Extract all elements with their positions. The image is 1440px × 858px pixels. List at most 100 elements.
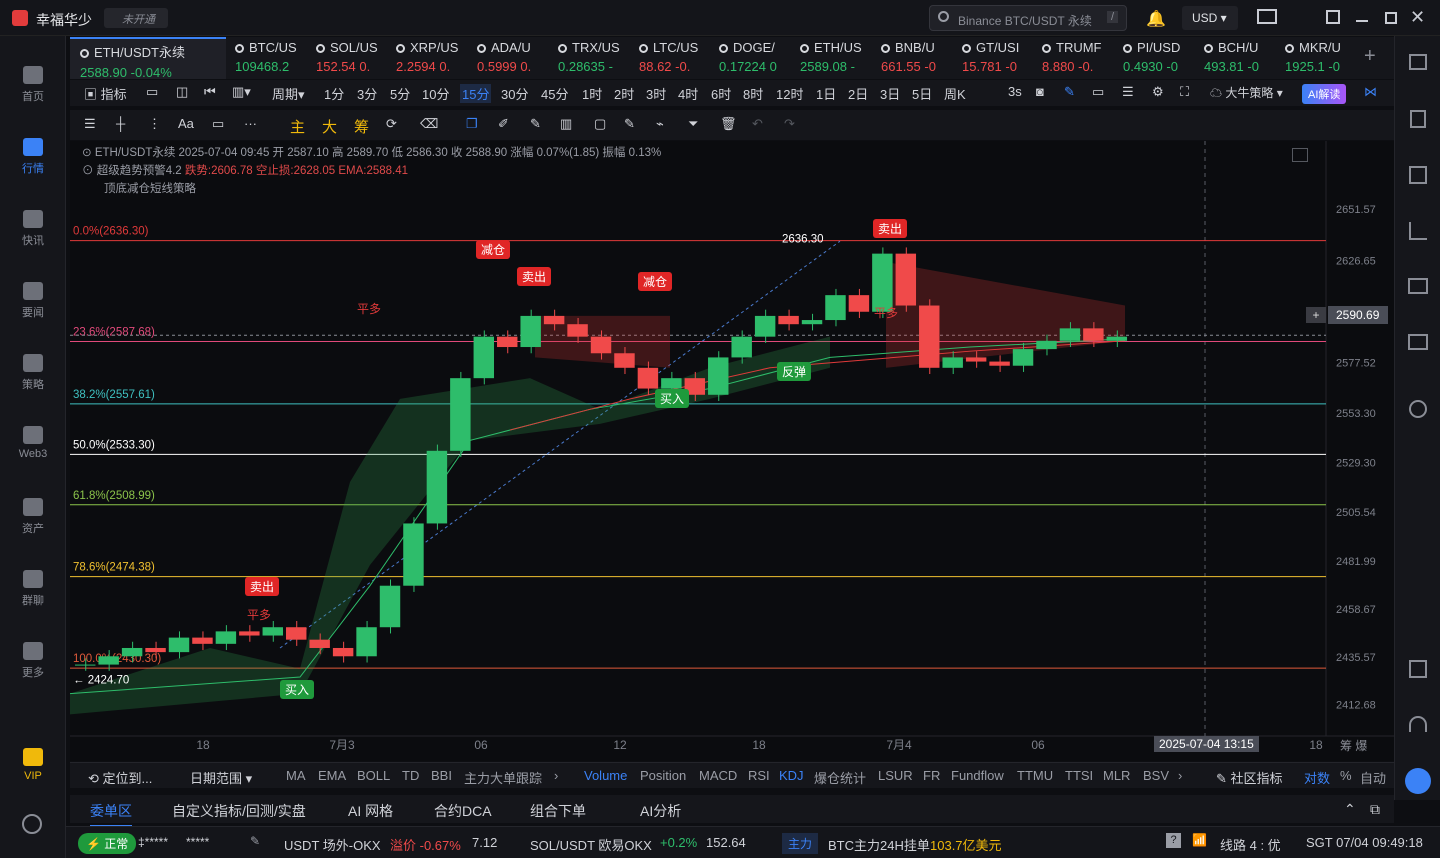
- period-30m[interactable]: 30分: [501, 84, 528, 103]
- tool-main[interactable]: 主: [290, 116, 305, 137]
- share-icon[interactable]: ⋈: [1364, 84, 1377, 100]
- popout-icon[interactable]: [1326, 10, 1340, 24]
- percent-toggle[interactable]: %: [1340, 768, 1352, 783]
- nav-vip[interactable]: VIP: [0, 748, 66, 782]
- settings-icon[interactable]: [22, 814, 42, 834]
- period-6h[interactable]: 6时: [711, 84, 731, 103]
- add-tab-icon[interactable]: +: [1364, 45, 1376, 68]
- ticker-tab[interactable]: BTC/US 109468.2: [227, 37, 308, 79]
- redo-icon[interactable]: ↷: [784, 116, 795, 132]
- pencil-icon[interactable]: ✎: [1064, 84, 1075, 100]
- tool-chip[interactable]: 筹: [354, 116, 369, 137]
- period-4h[interactable]: 4时: [678, 84, 698, 103]
- add-alert-icon[interactable]: +: [1306, 307, 1326, 323]
- chevron-right-icon[interactable]: ›: [1178, 768, 1182, 783]
- period-8h[interactable]: 8时: [743, 84, 763, 103]
- account-badge[interactable]: 未开通: [104, 8, 168, 28]
- filter-icon[interactable]: ⏷: [688, 116, 698, 132]
- indicator-button[interactable]: ▣ 指标: [84, 84, 127, 103]
- ticker-tab[interactable]: SOL/US 152.54 0.: [308, 37, 389, 79]
- currency-select[interactable]: USD ▾: [1182, 6, 1238, 30]
- period-3m[interactable]: 3分: [357, 84, 377, 103]
- ind-macd[interactable]: MACD: [699, 768, 737, 783]
- ai-button[interactable]: AI解读: [1302, 84, 1347, 104]
- hline-icon[interactable]: ┼: [116, 116, 125, 131]
- camera-icon[interactable]: ◙: [1036, 84, 1044, 99]
- ticker-tab[interactable]: ADA/U 0.5999 0.: [469, 37, 550, 79]
- nav-market[interactable]: 行情: [0, 138, 66, 176]
- ticker-tab[interactable]: MKR/U 1925.1 -0: [1277, 37, 1358, 79]
- period-15m[interactable]: 15分: [460, 84, 492, 103]
- period-12h[interactable]: 12时: [776, 84, 803, 103]
- period-1h[interactable]: 1时: [582, 84, 602, 103]
- undo-icon[interactable]: ↶: [752, 116, 763, 132]
- ind-kdj[interactable]: KDJ: [779, 768, 804, 783]
- date-range-select[interactable]: 日期范围 ▾: [190, 768, 252, 787]
- document-icon[interactable]: [1410, 110, 1426, 128]
- monitor-icon[interactable]: [1408, 278, 1428, 294]
- period-3h[interactable]: 3时: [646, 84, 666, 103]
- ind-fr[interactable]: FR: [923, 768, 940, 783]
- period-45m[interactable]: 45分: [541, 84, 568, 103]
- split-icon[interactable]: ◫: [176, 84, 188, 100]
- menu-icon[interactable]: ☰: [1122, 84, 1134, 100]
- period-select[interactable]: 周期▾: [272, 84, 305, 103]
- tab-orders[interactable]: 委单区: [90, 801, 132, 827]
- ind-mlr[interactable]: MLR: [1103, 768, 1130, 783]
- ticker-tab[interactable]: ETH/US 2589.08 -: [792, 37, 873, 79]
- ticker-tab[interactable]: XRP/US 2.2594 0.: [388, 37, 469, 79]
- calendar-icon[interactable]: ▭: [146, 84, 158, 100]
- exchange-icon[interactable]: [1409, 400, 1427, 418]
- nav-strategy[interactable]: 策略: [0, 354, 66, 392]
- search-box[interactable]: Binance BTC/USDT 永续 /: [929, 5, 1127, 31]
- tool-big[interactable]: 大: [322, 116, 337, 137]
- ind-bsv[interactable]: BSV: [1143, 768, 1169, 783]
- ind-volume[interactable]: Volume: [584, 768, 627, 783]
- ind-td[interactable]: TD: [402, 768, 419, 783]
- ind-boll[interactable]: BOLL: [357, 768, 390, 783]
- card-icon[interactable]: [1408, 334, 1428, 350]
- layout-icon[interactable]: [1409, 660, 1427, 678]
- nav-flash[interactable]: 快讯: [0, 210, 66, 248]
- ticker-tab-active[interactable]: ETH/USDT永续 2588.90 -0.04%: [70, 37, 226, 79]
- period-2d[interactable]: 2日: [848, 84, 868, 103]
- ind-liquidation[interactable]: 爆仓统计: [814, 768, 866, 787]
- ind-ma[interactable]: MA: [286, 768, 306, 783]
- maximize-icon[interactable]: [1385, 12, 1397, 24]
- strategy-select[interactable]: ☁ 大牛策略 ▾: [1210, 84, 1283, 101]
- locate-button[interactable]: ⟲ 定位到...: [88, 768, 152, 787]
- assistant-icon[interactable]: [1405, 768, 1431, 794]
- nav-more[interactable]: 更多: [0, 642, 66, 680]
- minimize-icon[interactable]: [1356, 20, 1368, 22]
- refresh-interval[interactable]: 3s: [1008, 84, 1022, 99]
- period-week[interactable]: 周K: [944, 84, 966, 103]
- chart-svg[interactable]: 2651.572626.652601.972577.522553.302529.…: [70, 141, 1394, 761]
- popout-panel-icon[interactable]: ⧉: [1370, 801, 1380, 818]
- nav-news[interactable]: 要闻: [0, 282, 66, 320]
- ind-bbi[interactable]: BBI: [431, 768, 452, 783]
- rotate-icon[interactable]: ⟳: [386, 116, 397, 132]
- list-icon[interactable]: [1409, 54, 1427, 70]
- headset-icon[interactable]: [1409, 716, 1427, 732]
- trash-icon[interactable]: 🗑: [720, 116, 737, 132]
- close-icon[interactable]: ✕: [1410, 7, 1425, 28]
- period-1m[interactable]: 1分: [324, 84, 344, 103]
- chevron-right-icon[interactable]: ›: [554, 768, 558, 783]
- tab-custom-indicators[interactable]: 自定义指标/回测/实盘: [172, 801, 306, 821]
- nav-chat[interactable]: 群聊: [0, 570, 66, 608]
- fullscreen-icon[interactable]: ⛶: [1180, 84, 1189, 100]
- period-3d[interactable]: 3日: [880, 84, 900, 103]
- ind-fundflow[interactable]: Fundflow: [951, 768, 1004, 783]
- layout-icon[interactable]: ▭: [1092, 84, 1104, 100]
- tab-contract-dca[interactable]: 合约DCA: [434, 801, 492, 821]
- nav-web3[interactable]: Web3: [0, 426, 66, 460]
- trend-icon[interactable]: [1409, 222, 1427, 240]
- period-10m[interactable]: 10分: [422, 84, 449, 103]
- period-1d[interactable]: 1日: [816, 84, 836, 103]
- ind-position[interactable]: Position: [640, 768, 686, 783]
- ind-rsi[interactable]: RSI: [748, 768, 770, 783]
- tab-combo-order[interactable]: 组合下单: [530, 801, 586, 821]
- period-2h[interactable]: 2时: [614, 84, 634, 103]
- community-indicator[interactable]: ✎ 社区指标: [1216, 768, 1283, 787]
- eye-icon[interactable]: ⊙: [82, 165, 94, 177]
